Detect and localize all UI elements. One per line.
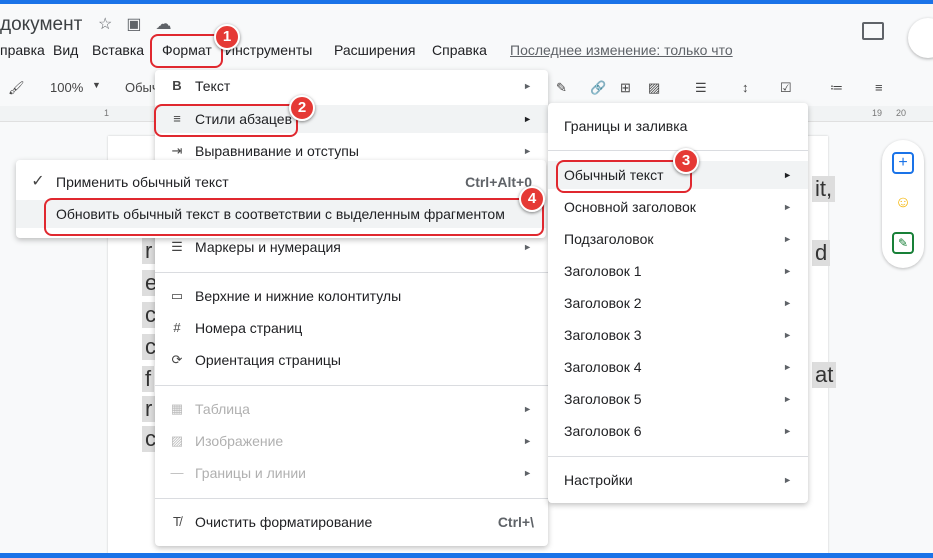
menu-insert[interactable]: Вставка (92, 42, 144, 58)
highlight-pen-icon[interactable]: ✎ (556, 80, 567, 96)
line-icon: — (170, 465, 184, 480)
star-icon[interactable]: ☆ (98, 14, 112, 34)
format-menu: B Текст ► ≡ Стили абзацев ► ⇥ Выравнивание и … (155, 70, 548, 546)
menu-item-page-orientation[interactable]: ⟳ Ориентация страницы (155, 346, 548, 374)
side-panel: + ☺ ✎ (882, 140, 924, 268)
submenu-arrow-icon: ► (783, 298, 792, 308)
doc-text-fragment: it, (812, 176, 836, 202)
menu-item-options[interactable]: Настройки ► (548, 466, 808, 494)
step-badge-4: 4 (519, 186, 545, 212)
submenu-arrow-icon: ► (783, 202, 792, 212)
highlight-box-normal-text (556, 160, 692, 193)
submenu-arrow-icon: ► (523, 404, 532, 414)
image-icon: ▨ (170, 433, 184, 448)
menu-extensions[interactable]: Расширения (334, 42, 415, 58)
title-icons: ☆ ▣ ☁ (98, 14, 171, 34)
step-badge-1: 1 (214, 24, 240, 50)
menu-item-heading-5[interactable]: Заголовок 5 ► (548, 385, 808, 413)
doc-text-fragment: at (812, 362, 837, 388)
submenu-arrow-icon: ► (783, 170, 792, 180)
move-folder-icon[interactable]: ▣ (126, 14, 141, 34)
checklist-icon[interactable]: ☑ (780, 80, 792, 96)
submenu-arrow-icon: ► (783, 266, 792, 276)
document-title[interactable]: документ (0, 14, 82, 36)
submenu-arrow-icon: ► (783, 362, 792, 372)
meet-button[interactable] (908, 18, 933, 58)
menu-edit[interactable]: правка (0, 42, 45, 58)
menu-item-heading-3[interactable]: Заголовок 3 ► (548, 321, 808, 349)
menu-item-image[interactable]: ▨ Изображение ► (155, 427, 548, 455)
highlight-box-paragraph-styles (154, 104, 298, 137)
menu-item-subtitle[interactable]: Подзаголовок ► (548, 225, 808, 253)
highlight-box-update-normal (44, 198, 544, 236)
menu-item-heading-1[interactable]: Заголовок 1 ► (548, 257, 808, 285)
submenu-arrow-icon: ► (783, 330, 792, 340)
menu-divider (155, 385, 548, 386)
numbered-list-icon[interactable]: ≡ (875, 80, 883, 95)
doc-text-fragment: d (812, 240, 831, 266)
menu-item-heading-4[interactable]: Заголовок 4 ► (548, 353, 808, 381)
add-comment-side-icon[interactable]: + (892, 152, 914, 174)
suggest-edit-icon[interactable]: ✎ (892, 232, 914, 254)
top-accent-bar (0, 0, 933, 4)
menu-item-title[interactable]: Основной заголовок ► (548, 193, 808, 221)
submenu-arrow-icon: ► (523, 114, 532, 124)
emoji-icon[interactable]: ☺ (892, 192, 914, 214)
submenu-arrow-icon: ► (523, 468, 532, 478)
rotate-page-icon: ⟳ (171, 352, 183, 367)
bullet-list-icon[interactable]: ≔ (830, 80, 843, 96)
menu-item-table[interactable]: ▦ Таблица ► (155, 395, 548, 423)
table-icon: ▦ (170, 401, 184, 416)
menu-item-clear-formatting[interactable]: T̸ Очистить форматирование Ctrl+\ (155, 508, 548, 536)
menu-help[interactable]: Справка (432, 42, 487, 58)
ruler-tick: 20 (896, 108, 907, 118)
ruler-tick: 19 (872, 108, 883, 118)
submenu-arrow-icon: ► (783, 234, 792, 244)
bold-icon: B (172, 78, 182, 93)
cloud-saved-icon[interactable]: ☁ (155, 14, 171, 34)
submenu-arrow-icon: ► (523, 436, 532, 446)
menu-item-apply-normal[interactable]: ✓ Применить обычный текст Ctrl+Alt+0 (16, 168, 546, 196)
doc-text-fragment: r (142, 238, 156, 264)
hash-icon: # (173, 320, 181, 335)
last-edit-link[interactable]: Последнее изменение: только что (510, 42, 733, 58)
menu-view[interactable]: Вид (53, 42, 78, 58)
menu-item-page-numbers[interactable]: # Номера страниц (155, 314, 548, 342)
menu-item-heading-6[interactable]: Заголовок 6 ► (548, 417, 808, 445)
paint-format-icon[interactable]: 🖌 (8, 80, 25, 96)
ruler-tick: 1 (104, 108, 110, 118)
menu-divider (155, 272, 548, 273)
zoom-chevron-icon[interactable]: ▼ (92, 80, 101, 90)
step-badge-3: 3 (673, 148, 699, 174)
check-icon: ✓ (31, 173, 45, 190)
bottom-accent-bar (0, 553, 933, 558)
line-spacing-icon[interactable]: ↕ (742, 80, 749, 95)
menu-divider (548, 456, 808, 457)
link-icon[interactable]: 🔗 (590, 80, 606, 96)
insert-image-icon[interactable]: ▨ (648, 80, 660, 96)
clear-format-icon: T̸ (173, 514, 181, 529)
highlight-box-format (150, 34, 223, 68)
comment-icon[interactable] (862, 22, 884, 40)
submenu-arrow-icon: ► (523, 81, 532, 91)
doc-text-fragment: r (142, 396, 156, 422)
menu-tools[interactable]: Инструменты (225, 42, 312, 58)
align-icon[interactable]: ☰ (695, 80, 707, 96)
menu-divider (155, 498, 548, 499)
submenu-arrow-icon: ► (783, 394, 792, 404)
style-select[interactable]: Обыч (125, 80, 159, 95)
doc-text-fragment: f (142, 366, 155, 392)
submenu-arrow-icon: ► (783, 475, 792, 485)
menu-item-borders-lines[interactable]: — Границы и линии ► (155, 459, 548, 487)
step-badge-2: 2 (289, 95, 315, 121)
menu-item-text[interactable]: B Текст ► (155, 72, 548, 100)
zoom-select[interactable]: 100% (50, 80, 83, 95)
submenu-arrow-icon: ► (783, 426, 792, 436)
add-comment-icon[interactable]: ⊞ (620, 80, 631, 96)
menu-item-heading-2[interactable]: Заголовок 2 ► (548, 289, 808, 317)
menu-item-borders-shading[interactable]: Границы и заливка (548, 112, 808, 140)
header-footer-icon: ▭ (170, 288, 184, 303)
menu-item-header-footer[interactable]: ▭ Верхние и нижние колонтитулы (155, 282, 548, 310)
